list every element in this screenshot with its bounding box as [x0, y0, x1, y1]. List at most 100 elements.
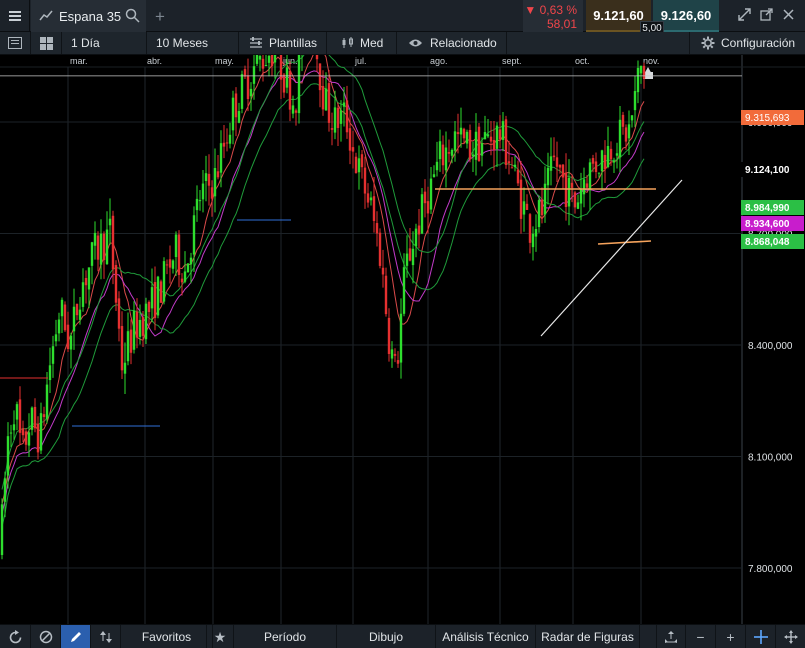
instrument-tab[interactable]: Espana 35	[31, 0, 146, 32]
user-drawings[interactable]	[0, 55, 742, 427]
indicator-label: Med	[360, 36, 384, 50]
candle-body	[27, 432, 31, 446]
candle-body	[339, 110, 343, 124]
zoom-in-button[interactable]: +	[716, 625, 746, 648]
period-button[interactable]: Período	[234, 625, 337, 648]
grid-button[interactable]	[31, 32, 62, 54]
candle-body	[597, 172, 601, 174]
zoom-out-button[interactable]: −	[686, 625, 716, 648]
candle-body	[3, 478, 7, 502]
candle-body	[222, 142, 226, 147]
candle-body	[396, 360, 400, 364]
price-chart[interactable]: mar.abr.may.jun.jul.ago.sept.oct.nov. 9.…	[0, 55, 805, 624]
candle-body	[225, 142, 229, 144]
indicator-button[interactable]: Med	[327, 32, 397, 54]
candle-body	[9, 432, 13, 434]
candle-body	[315, 55, 319, 60]
crosshair-button[interactable]	[746, 625, 776, 648]
add-tab-button[interactable]: +	[155, 7, 165, 27]
popout-icon[interactable]	[760, 8, 773, 21]
candle-body	[324, 88, 328, 111]
candle-body	[501, 121, 505, 140]
candle-body	[273, 55, 277, 63]
candle-body	[78, 309, 82, 320]
price-label-text: 8.934,600	[745, 219, 790, 230]
candle-body	[609, 148, 613, 160]
draw-button[interactable]	[61, 625, 91, 648]
refresh-icon	[9, 629, 21, 643]
sort-button[interactable]	[91, 625, 121, 648]
technical-analysis-button[interactable]: Análisis Técnico	[436, 625, 536, 648]
candle-body	[540, 199, 544, 216]
move-icon	[783, 630, 798, 644]
candle-body	[135, 311, 139, 338]
range-select[interactable]: 10 Meses	[147, 32, 239, 54]
templates-button[interactable]: Plantillas	[239, 32, 327, 54]
candle-body	[156, 276, 160, 316]
candle-body	[36, 423, 40, 453]
candle-body	[393, 353, 397, 356]
candle-body	[84, 277, 88, 286]
chart-canvas[interactable]: mar.abr.may.jun.jul.ago.sept.oct.nov. 9.…	[0, 55, 805, 624]
candle-body	[171, 260, 175, 269]
candle-body	[336, 107, 340, 128]
candle-body	[201, 183, 205, 200]
candle-body	[450, 149, 454, 156]
candle-body	[477, 126, 481, 162]
candle-body	[492, 140, 496, 151]
refresh-button[interactable]	[0, 625, 31, 648]
expand-icon[interactable]	[738, 8, 751, 21]
hide-button[interactable]	[31, 625, 61, 648]
candle-body	[429, 178, 433, 210]
candle-body	[642, 65, 646, 79]
search-icon[interactable]	[125, 8, 140, 23]
candle-body	[111, 215, 115, 270]
drawing-button[interactable]: Dibujo	[337, 625, 436, 648]
candle-body	[348, 128, 352, 151]
interval-select[interactable]: 1 Día	[62, 32, 147, 54]
candle-body	[369, 197, 373, 201]
candle-body	[138, 319, 142, 337]
pattern-radar-button[interactable]: Radar de Figuras	[536, 625, 640, 648]
candle-body	[468, 130, 472, 160]
candle-body	[504, 119, 508, 166]
close-icon[interactable]	[782, 8, 795, 21]
candle-body	[555, 157, 559, 167]
candle-body	[231, 97, 235, 131]
fit-icon	[665, 631, 677, 643]
candle-body	[405, 253, 409, 266]
candle-body	[423, 191, 427, 204]
fit-button[interactable]	[656, 625, 686, 648]
candle-body	[213, 168, 217, 197]
related-button[interactable]: Relacionado	[397, 32, 507, 54]
layout-button[interactable]	[0, 32, 31, 54]
favorites-button[interactable]: Favoritos	[121, 625, 213, 648]
candle-body	[126, 331, 130, 362]
menu-button[interactable]	[0, 0, 30, 32]
templates-label: Plantillas	[269, 36, 318, 50]
favorite-star-button[interactable]: ★	[206, 625, 234, 648]
candle-body	[579, 189, 583, 204]
candle-body	[6, 436, 10, 476]
candle-body	[294, 110, 298, 113]
candle-body	[510, 167, 514, 169]
candle-body	[210, 187, 214, 199]
candle-body	[327, 83, 331, 123]
settings-button[interactable]: Configuración	[689, 32, 805, 54]
candle-body	[33, 406, 37, 429]
x-tick-label: may.	[215, 56, 234, 66]
candle-body	[249, 88, 253, 97]
candle-body	[264, 65, 268, 67]
candle-body	[402, 267, 406, 314]
candle-body	[633, 91, 637, 111]
x-tick-label: nov.	[643, 56, 659, 66]
candle-body	[291, 105, 295, 114]
candle-body	[426, 201, 430, 214]
candle-body	[285, 67, 289, 88]
candle-body	[105, 229, 109, 265]
move-button[interactable]	[776, 625, 805, 648]
candle-body	[462, 128, 466, 139]
candle-body	[75, 303, 79, 316]
candle-body	[600, 150, 604, 172]
candle-body	[216, 171, 220, 178]
